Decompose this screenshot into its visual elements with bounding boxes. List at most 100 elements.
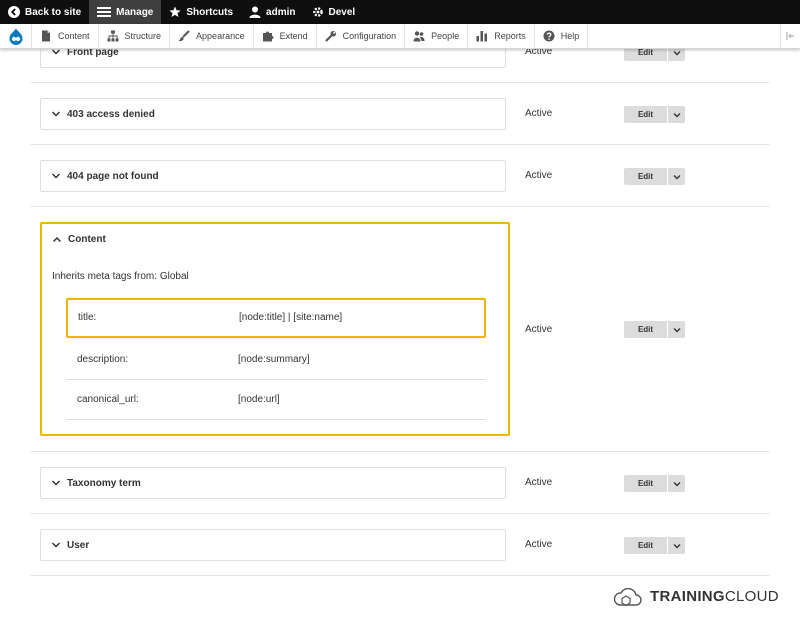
meta-tag-row-description: description: [node:summary] bbox=[66, 340, 486, 380]
meta-tag-value: [node:title] | [site:name] bbox=[239, 312, 343, 323]
menu-item-help[interactable]: Help bbox=[535, 23, 589, 49]
menu-item-label: Content bbox=[58, 31, 90, 41]
summary-taxonomy-term[interactable]: Taxonomy term bbox=[41, 468, 505, 498]
chevron-down-icon bbox=[673, 168, 681, 186]
edit-group: Edit bbox=[624, 321, 685, 338]
chevron-down-icon bbox=[673, 475, 681, 493]
row-label: Taxonomy term bbox=[67, 477, 141, 489]
edit-group: Edit bbox=[624, 106, 685, 123]
back-to-site-label: Back to site bbox=[25, 6, 82, 18]
people-icon bbox=[413, 30, 425, 42]
status-text: Active bbox=[525, 170, 553, 181]
meta-tag-divider bbox=[66, 419, 486, 420]
back-arrow-icon bbox=[8, 6, 20, 18]
menu-item-label: Appearance bbox=[196, 31, 245, 41]
row-divider bbox=[30, 82, 770, 83]
menu-item-extend[interactable]: Extend bbox=[254, 23, 317, 49]
edit-dropdown-toggle[interactable] bbox=[668, 106, 685, 123]
paintbrush-icon bbox=[178, 30, 190, 42]
meta-tag-value: [node:url] bbox=[238, 394, 280, 405]
meta-tag-row-title: title: [node:title] | [site:name] bbox=[66, 298, 486, 338]
status-text: Active bbox=[525, 324, 553, 335]
summary-content[interactable]: Content bbox=[52, 234, 106, 245]
menu-item-label: Reports bbox=[494, 31, 526, 41]
brand-bold: TRAINING bbox=[650, 587, 725, 605]
meta-tag-row-canonical-url: canonical_url: [node:url] bbox=[66, 380, 486, 420]
summary-user[interactable]: User bbox=[41, 530, 505, 560]
summary-403-access-denied[interactable]: 403 access denied bbox=[41, 99, 505, 129]
manage-tab[interactable]: Manage bbox=[89, 0, 162, 24]
admin-menu-tray: Content Structure Appearance Extend Conf… bbox=[0, 23, 800, 49]
meta-tag-key: canonical_url: bbox=[77, 394, 139, 405]
edit-group: Edit bbox=[624, 168, 685, 185]
edit-button[interactable]: Edit bbox=[624, 537, 667, 554]
row-label: Content bbox=[68, 234, 106, 245]
shortcuts-label: Shortcuts bbox=[186, 6, 234, 18]
status-text: Active bbox=[525, 108, 553, 119]
status-text: Active bbox=[525, 539, 553, 550]
admin-toolbar: Back to site Manage Shortcuts admin Deve… bbox=[0, 0, 800, 24]
row-label: User bbox=[67, 539, 90, 551]
menu-item-configuration[interactable]: Configuration bbox=[317, 23, 406, 49]
edit-dropdown-toggle[interactable] bbox=[668, 475, 685, 492]
star-icon bbox=[169, 6, 181, 18]
back-to-site-link[interactable]: Back to site bbox=[0, 0, 89, 24]
devel-label: Devel bbox=[328, 6, 356, 18]
chevron-down-icon bbox=[673, 321, 681, 339]
edit-dropdown-toggle[interactable] bbox=[668, 168, 685, 185]
row-divider bbox=[30, 206, 770, 207]
drupal-logo-icon[interactable] bbox=[0, 23, 32, 49]
hamburger-icon bbox=[97, 6, 112, 18]
summary-404-page-not-found[interactable]: 404 page not found bbox=[41, 161, 505, 191]
edit-button[interactable]: Edit bbox=[624, 321, 667, 338]
meta-tag-value: [node:summary] bbox=[238, 354, 310, 365]
cloud-logo-icon bbox=[612, 584, 642, 608]
details-404-page-not-found[interactable]: 404 page not found bbox=[40, 160, 506, 192]
chevron-up-icon bbox=[52, 235, 62, 245]
menu-item-content[interactable]: Content bbox=[32, 23, 99, 49]
document-icon bbox=[40, 30, 52, 42]
user-tab[interactable]: admin bbox=[241, 0, 303, 24]
edit-button[interactable]: Edit bbox=[624, 475, 667, 492]
collapse-arrow-icon bbox=[786, 28, 796, 46]
edit-button[interactable]: Edit bbox=[624, 106, 667, 123]
wrench-icon bbox=[324, 30, 337, 42]
details-taxonomy-term[interactable]: Taxonomy term bbox=[40, 467, 506, 499]
gear-icon bbox=[312, 6, 324, 18]
menu-item-reports[interactable]: Reports bbox=[468, 23, 535, 49]
edit-group: Edit bbox=[624, 537, 685, 554]
menu-item-appearance[interactable]: Appearance bbox=[170, 23, 254, 49]
row-divider bbox=[30, 575, 770, 576]
menu-item-label: Structure bbox=[124, 31, 162, 41]
menu-item-label: Help bbox=[560, 31, 580, 41]
menu-item-structure[interactable]: Structure bbox=[99, 23, 171, 49]
chevron-down-icon bbox=[51, 478, 61, 488]
shortcuts-tab[interactable]: Shortcuts bbox=[161, 0, 241, 24]
chevron-down-icon bbox=[51, 540, 61, 550]
meta-tag-key: description: bbox=[77, 354, 129, 365]
puzzle-icon bbox=[262, 30, 274, 42]
edit-dropdown-toggle[interactable] bbox=[668, 537, 685, 554]
details-content-expanded: Content Inherits meta tags from: Global … bbox=[40, 222, 510, 436]
manage-label: Manage bbox=[116, 6, 154, 18]
tray-orientation-toggle[interactable] bbox=[780, 24, 800, 49]
edit-dropdown-toggle[interactable] bbox=[668, 321, 685, 338]
row-label: 403 access denied bbox=[67, 108, 155, 120]
chevron-down-icon bbox=[51, 109, 61, 119]
inherits-text: Inherits meta tags from: Global bbox=[52, 271, 189, 282]
brand-rest: CLOUD bbox=[724, 587, 779, 605]
chevron-down-icon bbox=[673, 537, 681, 555]
devel-tab[interactable]: Devel bbox=[304, 0, 364, 24]
details-403-access-denied[interactable]: 403 access denied bbox=[40, 98, 506, 130]
chevron-down-icon bbox=[51, 171, 61, 181]
edit-button[interactable]: Edit bbox=[624, 168, 667, 185]
menu-item-label: Configuration bbox=[342, 31, 397, 41]
person-icon bbox=[249, 6, 261, 18]
row-label: 404 page not found bbox=[67, 170, 159, 182]
menu-item-people[interactable]: People bbox=[405, 23, 469, 49]
sitemap-icon bbox=[107, 30, 119, 42]
chevron-down-icon bbox=[673, 106, 681, 124]
details-user[interactable]: User bbox=[40, 529, 506, 561]
bar-chart-icon bbox=[476, 30, 488, 42]
menu-item-label: Extend bbox=[279, 31, 308, 41]
